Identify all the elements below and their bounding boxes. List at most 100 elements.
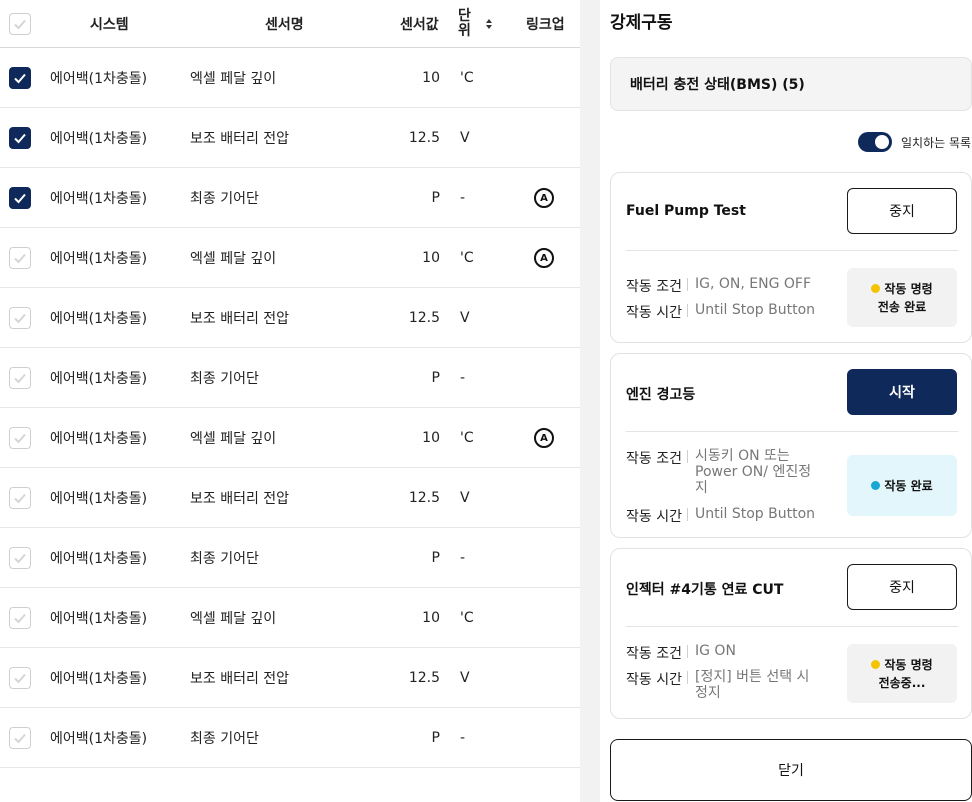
sort-icon xyxy=(486,19,492,29)
info-separator xyxy=(687,671,688,684)
check-icon xyxy=(14,433,26,444)
cell-sensor-value: P xyxy=(431,550,440,566)
table-row[interactable]: 에어백(1차충돌) 엑셀 페달 깊이 10 'C A xyxy=(0,228,580,288)
row-checkbox[interactable] xyxy=(9,247,31,269)
row-checkbox[interactable] xyxy=(9,367,31,389)
check-icon xyxy=(14,373,26,384)
header-sensor-name: 센서명 xyxy=(265,17,304,33)
status-box: 작동 완료 xyxy=(847,455,957,516)
condition-value: IG ON xyxy=(695,643,736,659)
card-title: Fuel Pump Test xyxy=(626,203,746,219)
cell-unit: V xyxy=(460,670,470,686)
row-checkbox[interactable] xyxy=(9,607,31,629)
cell-system: 에어백(1차충돌) xyxy=(50,671,148,687)
check-icon xyxy=(14,553,26,564)
table-row[interactable]: 에어백(1차충돌) 엑셀 페달 깊이 10 'C xyxy=(0,48,580,108)
cell-unit: V xyxy=(460,310,470,326)
check-icon xyxy=(14,493,26,504)
table-row[interactable]: 에어백(1차충돌) 보조 배터리 전압 12.5 V xyxy=(0,288,580,348)
cell-sensor-value: P xyxy=(431,370,440,386)
row-checkbox[interactable] xyxy=(9,67,31,89)
cell-system: 에어백(1차충돌) xyxy=(50,431,148,447)
cell-system: 에어백(1차충돌) xyxy=(50,191,148,207)
cell-linkup[interactable]: A xyxy=(534,168,554,228)
cell-sensor-value: 10 xyxy=(422,430,440,446)
cell-sensor-name: 보조 배터리 전압 xyxy=(190,131,290,147)
cell-system: 에어백(1차충돌) xyxy=(50,371,148,387)
row-checkbox[interactable] xyxy=(9,547,31,569)
duration-label: 작동 시간 xyxy=(626,509,682,525)
status-box: 작동 명령 전송중... xyxy=(847,644,957,703)
cell-sensor-name: 엑셀 페달 깊이 xyxy=(190,251,277,267)
header-sensor-value: 센서값 xyxy=(400,17,439,33)
cell-unit: V xyxy=(460,130,470,146)
check-icon xyxy=(14,73,26,84)
row-checkbox[interactable] xyxy=(9,307,31,329)
cell-system: 에어백(1차충돌) xyxy=(50,491,148,507)
stop-button[interactable]: 중지 xyxy=(847,188,957,234)
match-filter-toggle[interactable] xyxy=(858,132,892,152)
condition-value: 시동키 ON 또는 Power ON/ 엔진정지 xyxy=(695,448,812,496)
row-checkbox[interactable] xyxy=(9,427,31,449)
cell-linkup[interactable]: A xyxy=(534,228,554,288)
bms-category[interactable]: 배터리 충전 상태(BMS) (5) xyxy=(610,57,972,111)
table-row[interactable]: 에어백(1차충돌) 최종 기어단 P - xyxy=(0,348,580,408)
cell-sensor-name: 엑셀 페달 깊이 xyxy=(190,71,277,87)
row-checkbox[interactable] xyxy=(9,727,31,749)
duration-label: 작동 시간 xyxy=(626,305,682,321)
table-row[interactable]: 에어백(1차충돌) 최종 기어단 P - xyxy=(0,708,580,768)
condition-value: IG, ON, ENG OFF xyxy=(695,276,812,292)
check-icon xyxy=(14,193,26,204)
start-button[interactable]: 시작 xyxy=(847,369,957,415)
info-separator xyxy=(687,278,688,291)
duration-value: Until Stop Button xyxy=(695,506,816,522)
toggle-knob xyxy=(875,135,889,149)
table-row[interactable]: 에어백(1차충돌) 엑셀 페달 깊이 10 'C xyxy=(0,588,580,648)
linkup-a-icon: A xyxy=(534,248,554,268)
card-title: 엔진 경고등 xyxy=(626,387,696,403)
stop-button[interactable]: 중지 xyxy=(847,564,957,610)
table-row[interactable]: 에어백(1차충돌) 보조 배터리 전압 12.5 V xyxy=(0,648,580,708)
cell-unit: 'C xyxy=(460,430,474,446)
table-row[interactable]: 에어백(1차충돌) 보조 배터리 전압 12.5 V xyxy=(0,468,580,528)
table-row[interactable]: 에어백(1차충돌) 최종 기어단 P - xyxy=(0,528,580,588)
card-divider xyxy=(626,431,958,432)
cell-system: 에어백(1차충돌) xyxy=(50,131,148,147)
header-unit-label: 단위 xyxy=(458,8,471,39)
row-checkbox[interactable] xyxy=(9,667,31,689)
cell-sensor-value: P xyxy=(431,190,440,206)
cell-unit: - xyxy=(460,550,466,566)
panel-divider xyxy=(580,0,600,802)
duration-value: Until Stop Button xyxy=(695,302,816,318)
match-filter-label: 일치하는 목록 xyxy=(901,136,972,150)
cell-sensor-name: 보조 배터리 전압 xyxy=(190,311,290,327)
cell-linkup[interactable]: A xyxy=(534,408,554,468)
table-row[interactable]: 에어백(1차충돌) 보조 배터리 전압 12.5 V xyxy=(0,108,580,168)
row-checkbox[interactable] xyxy=(9,127,31,149)
table-row[interactable]: 에어백(1차충돌) 최종 기어단 P - A xyxy=(0,168,580,228)
cell-sensor-value: 10 xyxy=(422,610,440,626)
table-row[interactable]: 에어백(1차충돌) 엑셀 페달 깊이 10 'C A xyxy=(0,408,580,468)
table-header: 시스템 센서명 센서값 단위 링크업 xyxy=(0,0,580,48)
cell-sensor-name: 엑셀 페달 깊이 xyxy=(190,611,277,627)
status-line-1: 작동 완료 xyxy=(884,478,933,493)
header-unit[interactable]: 단위 xyxy=(458,0,498,48)
cell-unit: 'C xyxy=(460,70,474,86)
cell-sensor-value: 12.5 xyxy=(408,670,440,686)
card-divider xyxy=(626,250,958,251)
info-separator xyxy=(687,450,688,463)
cell-unit: 'C xyxy=(460,250,474,266)
duration-label: 작동 시간 xyxy=(626,672,682,688)
check-icon xyxy=(14,733,26,744)
info-separator xyxy=(687,508,688,521)
cell-sensor-name: 보조 배터리 전압 xyxy=(190,671,290,687)
select-all-checkbox[interactable] xyxy=(9,13,31,35)
row-checkbox[interactable] xyxy=(9,487,31,509)
close-button[interactable]: 닫기 xyxy=(610,739,972,801)
cell-unit: 'C xyxy=(460,610,474,626)
test-card-injector-cut: 인젝터 #4기통 연료 CUT 중지 작동 조건 IG ON 작동 시간 [정지… xyxy=(610,548,972,719)
condition-label: 작동 조건 xyxy=(626,279,682,295)
card-divider xyxy=(626,626,958,627)
header-system: 시스템 xyxy=(90,17,129,33)
row-checkbox[interactable] xyxy=(9,187,31,209)
